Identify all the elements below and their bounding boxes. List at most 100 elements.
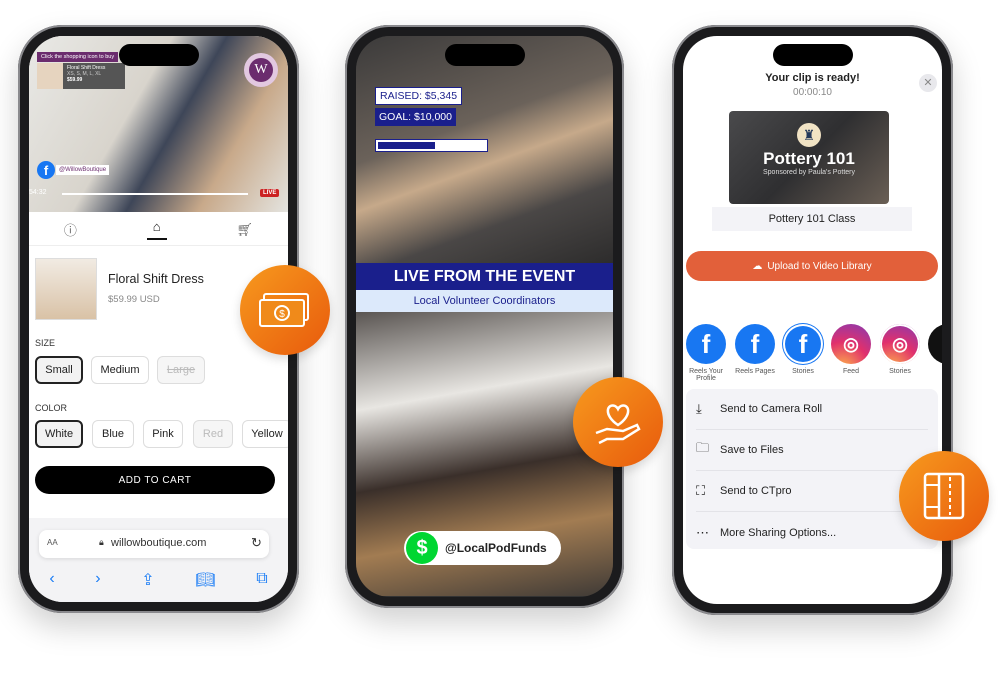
share-label: Reels Pages — [735, 368, 775, 375]
heart-hand-badge-icon — [573, 377, 663, 467]
address-bar[interactable]: AA 🔒︎ willowboutique.com ↻ — [39, 530, 269, 558]
tag-icon[interactable]: ⌂ — [146, 219, 167, 240]
facebook-icon: f — [783, 324, 823, 364]
color-blue[interactable]: Blue — [92, 420, 134, 448]
event-title: LIVE FROM THE EVENT — [356, 263, 613, 290]
thumb-title: Pottery 101 — [763, 149, 855, 168]
share-icon[interactable]: ⇪ — [141, 570, 154, 590]
share-fb-reels-profile[interactable]: f Reels Your Profile — [684, 324, 728, 382]
back-icon[interactable]: ‹ — [49, 570, 54, 590]
facebook-icon: f — [686, 324, 726, 364]
more-icon: ⋯ — [696, 524, 709, 540]
tiktok-icon: ♪ — [928, 324, 942, 364]
clip-thumbnail[interactable]: ♜ Pottery 101 Sponsored by Paula's Potte… — [729, 111, 889, 204]
overlay-price: $59.99 — [67, 77, 83, 83]
page-handle: @WillowBoutique — [56, 165, 110, 175]
cloud-upload-icon: ☁ — [752, 260, 763, 272]
product-tabs: ⓘ ⌂ 🛒︎ — [29, 214, 288, 246]
boutique-logo: W — [244, 53, 278, 87]
color-red: Red — [193, 420, 233, 448]
size-medium[interactable]: Medium — [91, 356, 149, 384]
send-to-ctpro[interactable]: ⛶ Send to CTpro — [696, 471, 928, 512]
money-badge-icon: $ — [240, 265, 330, 355]
overlay-thumb — [37, 63, 63, 89]
live-badge: LIVE — [260, 189, 280, 197]
social-share-row: f Reels Your Profile f Reels Pages f Storie… — [683, 324, 942, 382]
share-ig-stories[interactable]: ◎ Stories — [878, 324, 922, 375]
info-icon[interactable]: ⓘ — [64, 220, 77, 239]
cash-app-icon: $ — [406, 532, 438, 564]
dynamic-island — [772, 44, 853, 66]
facebook-icon: f — [37, 161, 55, 179]
clip-screen: Your clip is ready! 00:00:10 ✕ ♜ Pottery… — [683, 36, 942, 604]
product-name: Floral Shift Dress — [108, 272, 204, 286]
clip-title: Your clip is ready! — [765, 72, 860, 84]
action-label: Send to CTpro — [720, 485, 792, 497]
share-tiktok[interactable]: ♪Ti — [926, 324, 942, 375]
download-icon: ⤓ — [696, 401, 702, 416]
shop-banner: Click the shopping icon to buy — [37, 52, 119, 62]
event-subtitle: Local Volunteer Coordinators — [356, 290, 613, 312]
url-text: willowboutique.com — [111, 537, 207, 549]
reload-icon[interactable]: ↻ — [251, 535, 262, 551]
share-label: Reels Your Profile — [689, 368, 723, 382]
upload-label: Upload to Video Library — [767, 260, 872, 272]
size-large: Large — [157, 356, 205, 384]
folder-icon: 🗀 — [696, 440, 710, 455]
share-fb-stories[interactable]: f Stories — [781, 324, 825, 375]
raised-label: RAISED: $5,345 — [375, 87, 463, 105]
safari-chrome: AA 🔒︎ willowboutique.com ↻ ‹ › ⇪ 📖︎ ⧉ — [29, 518, 288, 602]
instagram-icon: ◎ — [831, 324, 871, 364]
more-sharing-options[interactable]: ⋯ More Sharing Options... — [696, 512, 928, 553]
event-screen: RAISED: $5,345 GOAL: $10,000 LIVE FROM T… — [356, 36, 613, 597]
tabs-icon[interactable]: ⧉ — [256, 570, 267, 590]
logo-letter: W — [249, 58, 273, 82]
save-to-files[interactable]: 🗀 Save to Files — [696, 430, 928, 471]
bookmarks-icon[interactable]: 📖︎ — [195, 570, 215, 590]
color-yellow[interactable]: Yellow — [242, 420, 288, 448]
color-pink[interactable]: Pink — [143, 420, 183, 448]
product-thumbnail — [35, 258, 97, 320]
text-size-button[interactable]: AA — [47, 538, 58, 547]
cashtag-pill[interactable]: $ @LocalPodFunds — [404, 531, 561, 565]
cart-icon[interactable]: 🛒︎ — [237, 222, 254, 238]
dynamic-island — [444, 44, 525, 66]
color-white[interactable]: White — [35, 420, 83, 448]
add-to-cart-button[interactable]: ADD TO CART — [35, 466, 275, 494]
lock-icon: 🔒︎ — [99, 537, 104, 547]
action-label: Send to Camera Roll — [720, 403, 823, 415]
phone-event: RAISED: $5,345 GOAL: $10,000 LIVE FROM T… — [345, 25, 624, 608]
action-label: More Sharing Options... — [720, 526, 837, 539]
thumb-subtitle: Sponsored by Paula's Pottery — [762, 169, 855, 176]
fundraising-progress — [375, 139, 488, 152]
overlay-product[interactable]: Floral Shift Dress XS, S, M, L, XL $59.9… — [37, 63, 125, 89]
close-button[interactable]: ✕ — [919, 74, 937, 92]
send-to-camera-roll[interactable]: ⤓ Send to Camera Roll — [696, 389, 928, 430]
upload-button[interactable]: ☁ Upload to Video Library — [686, 251, 938, 281]
size-label: SIZE — [35, 338, 56, 348]
pottery-logo-icon: ♜ — [797, 123, 821, 147]
frame-icon: ⛶ — [696, 483, 706, 498]
share-label: Stories — [889, 368, 911, 375]
share-label: Feed — [843, 368, 859, 375]
progress-fill — [378, 142, 435, 149]
product-price: $59.99 USD — [108, 294, 160, 305]
video-scrubber[interactable] — [62, 193, 248, 195]
size-small[interactable]: Small — [35, 356, 83, 384]
forward-icon[interactable]: › — [95, 570, 100, 590]
goal-label: GOAL: $10,000 — [375, 108, 456, 126]
clip-duration: 00:00:10 — [793, 87, 832, 98]
clip-editor-badge-icon — [899, 451, 989, 541]
dynamic-island — [118, 44, 199, 66]
safari-toolbar: ‹ › ⇪ 📖︎ ⧉ — [29, 570, 288, 590]
instagram-icon: ◎ — [880, 324, 920, 364]
cashtag-text: @LocalPodFunds — [445, 541, 547, 555]
facebook-icon: f — [735, 324, 775, 364]
share-ig-feed[interactable]: ◎ Feed — [829, 324, 873, 375]
clip-name-field[interactable]: Pottery 101 Class — [712, 207, 912, 231]
share-fb-reels-pages[interactable]: f Reels Pages — [733, 324, 777, 375]
video-time: 54:32 — [29, 189, 47, 196]
action-label: Save to Files — [720, 444, 784, 456]
share-label: Stories — [792, 368, 814, 375]
svg-text:$: $ — [279, 309, 285, 320]
